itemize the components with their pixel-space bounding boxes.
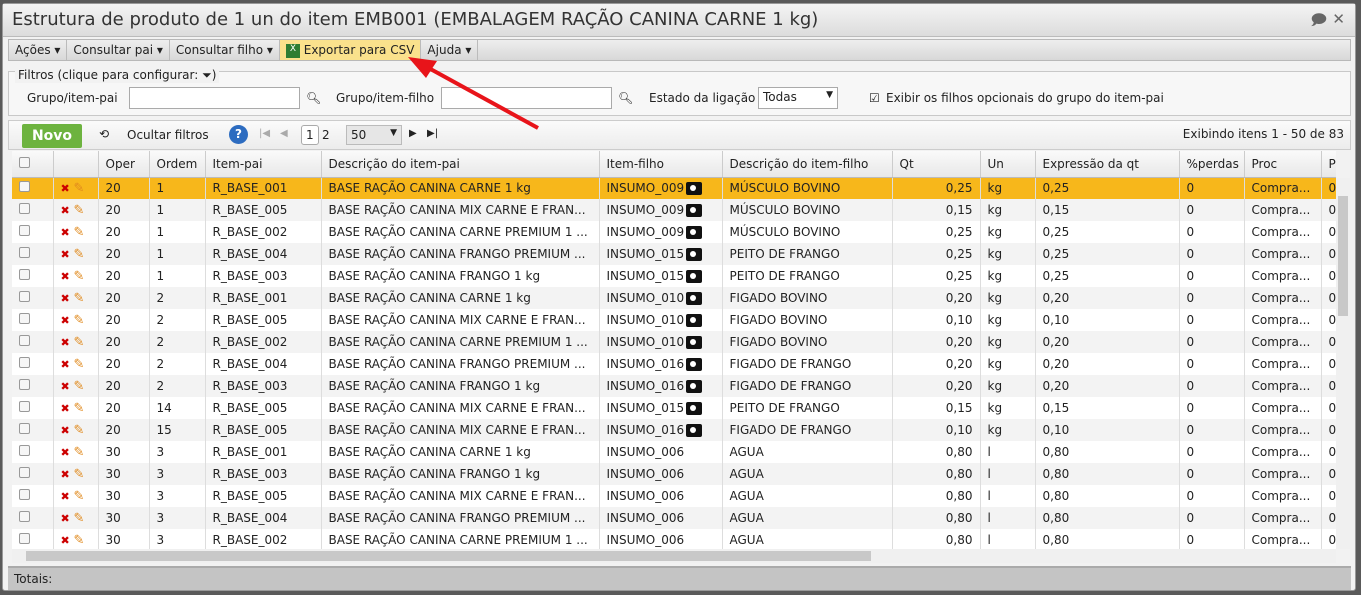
annotation-arrow: [408, 57, 539, 130]
